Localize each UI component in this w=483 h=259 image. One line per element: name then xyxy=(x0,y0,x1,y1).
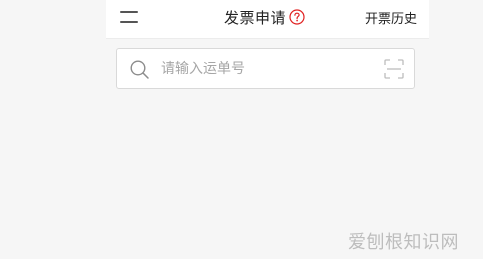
page-title: 发票申请 xyxy=(224,8,287,27)
scan-icon[interactable] xyxy=(384,59,404,79)
top-nav-bar: 发票申请 开票历史 xyxy=(106,0,429,39)
invoice-history-link[interactable]: 开票历史 xyxy=(365,8,417,27)
waybill-search-box[interactable] xyxy=(116,48,415,89)
watermark-text: 爱刨根知识网 xyxy=(348,232,459,253)
page-title-group: 发票申请 xyxy=(224,6,305,28)
app-root: 发票申请 开票历史 爱刨根知识网 xyxy=(0,0,483,259)
menu-icon[interactable] xyxy=(120,10,138,24)
waybill-number-input[interactable] xyxy=(161,58,361,80)
search-icon xyxy=(130,60,149,79)
help-icon[interactable] xyxy=(289,9,305,25)
